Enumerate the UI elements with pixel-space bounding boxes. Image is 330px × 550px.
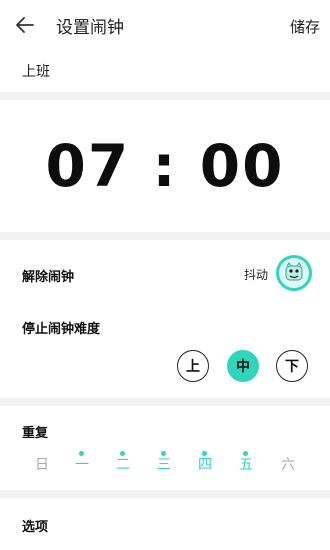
monster-icon — [285, 262, 303, 281]
day-mon[interactable]: 一 — [70, 454, 94, 474]
dismiss-section: 解除闹钟 抖动 停止闹钟难度 上 中 下 — [0, 240, 330, 398]
repeat-label: 重复 — [22, 426, 49, 441]
dismiss-label: 解除闹钟 — [22, 270, 75, 285]
day-wed[interactable]: 三 — [152, 454, 176, 474]
difficulty-hard-button[interactable]: 上 — [177, 350, 209, 382]
difficulty-easy-button[interactable]: 下 — [276, 350, 308, 382]
repeat-section: 重复 日 一 二 三 四 五 六 — [0, 406, 330, 490]
options-label: 选项 — [22, 520, 49, 535]
day-sat[interactable]: 六 — [276, 454, 300, 474]
back-button[interactable] — [14, 14, 36, 36]
alarm-time[interactable]: 07 : 00 — [0, 132, 330, 200]
alarm-name: 上班 — [22, 64, 50, 80]
arrow-left-icon — [16, 17, 34, 33]
dismiss-method-button[interactable] — [276, 255, 312, 291]
save-button[interactable]: 储存 — [290, 16, 320, 37]
day-fri[interactable]: 五 — [234, 454, 258, 474]
day-thu[interactable]: 四 — [193, 454, 217, 474]
difficulty-medium-button[interactable]: 中 — [227, 350, 259, 382]
time-picker[interactable]: 07 : 00 — [0, 100, 330, 232]
options-section[interactable]: 选项 — [0, 498, 330, 550]
alarm-name-row[interactable]: 上班 — [0, 50, 330, 92]
page-title: 设置闹钟 — [56, 18, 124, 38]
day-tue[interactable]: 二 — [111, 454, 135, 474]
difficulty-label: 停止闹钟难度 — [22, 322, 101, 337]
dismiss-method-value[interactable]: 抖动 — [244, 266, 268, 283]
day-sun[interactable]: 日 — [30, 454, 54, 474]
top-bar: 设置闹钟 储存 — [0, 0, 330, 50]
